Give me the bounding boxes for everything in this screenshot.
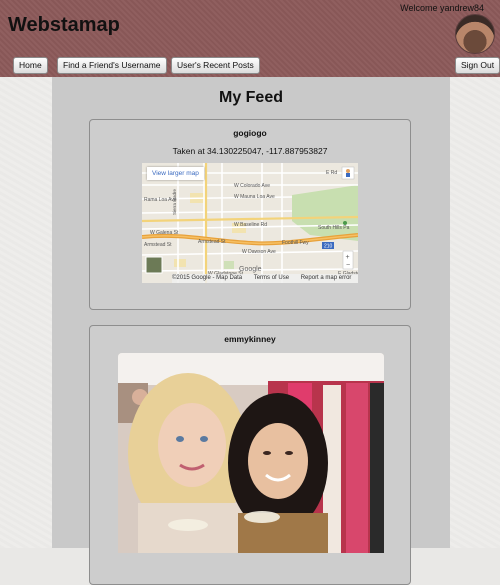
post-location: Taken at 34.130225047, -117.887953827	[172, 146, 328, 156]
feed: My Feed gogiogo Taken at 34.130225047, -…	[52, 77, 450, 585]
map-label-foothill: Foothill Fwy	[282, 240, 309, 246]
map-copyright: ©2015 Google - Map Data	[172, 275, 243, 281]
satellite-toggle	[145, 256, 163, 274]
map-label-colorado: W Colorado Ave	[234, 183, 270, 189]
park-marker-icon	[343, 221, 347, 225]
svg-text:210: 210	[324, 244, 333, 250]
welcome-text: Welcome yandrew84	[400, 3, 484, 13]
post-username[interactable]: gogiogo	[90, 128, 410, 138]
post-username[interactable]: emmykinney	[90, 334, 410, 344]
map-terms-link[interactable]: Terms of Use	[254, 275, 289, 281]
map-label-armstead-1: Armstead St	[144, 242, 172, 248]
site-header: Webstamap Welcome yandrew84 Home Find a …	[0, 0, 500, 77]
post-card: emmykinney	[89, 325, 411, 585]
map-label-south-hills: South Hills Pa	[318, 225, 350, 231]
google-logo: Google	[239, 266, 262, 273]
find-friend-button[interactable]: Find a Friend's Username	[57, 57, 167, 74]
site-logo[interactable]: Webstamap	[8, 14, 120, 37]
map-label-e-rd: E Rd	[326, 170, 337, 176]
map-tiles[interactable]: E Rd W Colorado Ave W Mauna Loa Ave Rama…	[142, 163, 358, 283]
left-margin	[0, 77, 52, 548]
recent-posts-button[interactable]: User's Recent Posts	[171, 57, 260, 74]
right-margin	[450, 77, 500, 548]
map-label-galena: W Galena St	[150, 230, 179, 236]
zoom-out-icon: −	[346, 262, 350, 269]
map-label-dawson: W Dawson Ave	[242, 249, 276, 255]
post-photo[interactable]	[118, 353, 384, 553]
view-larger-map-link[interactable]: View larger map	[147, 167, 204, 180]
location-map[interactable]: E Rd W Colorado Ave W Mauna Loa Ave Rama…	[142, 163, 358, 283]
map-report-link[interactable]: Report a map error	[301, 275, 352, 281]
map-label-baseline: W Baseline Rd	[234, 222, 267, 228]
map-label-sierra: Sierra Madre	[172, 188, 177, 215]
home-button[interactable]: Home	[13, 57, 48, 74]
map-label-armstead-2: Armstead St	[198, 239, 226, 245]
sign-out-button[interactable]: Sign Out	[455, 57, 500, 74]
zoom-in-icon: +	[346, 254, 350, 261]
map-label-mauna-loa: W Mauna Loa Ave	[234, 194, 275, 200]
avatar[interactable]	[455, 14, 495, 54]
map-footer: ©2015 Google - Map Data Terms of Use Rep…	[172, 274, 358, 283]
feed-title: My Feed	[218, 89, 283, 106]
post-card: gogiogo Taken at 34.130225047, -117.8879…	[89, 119, 411, 310]
